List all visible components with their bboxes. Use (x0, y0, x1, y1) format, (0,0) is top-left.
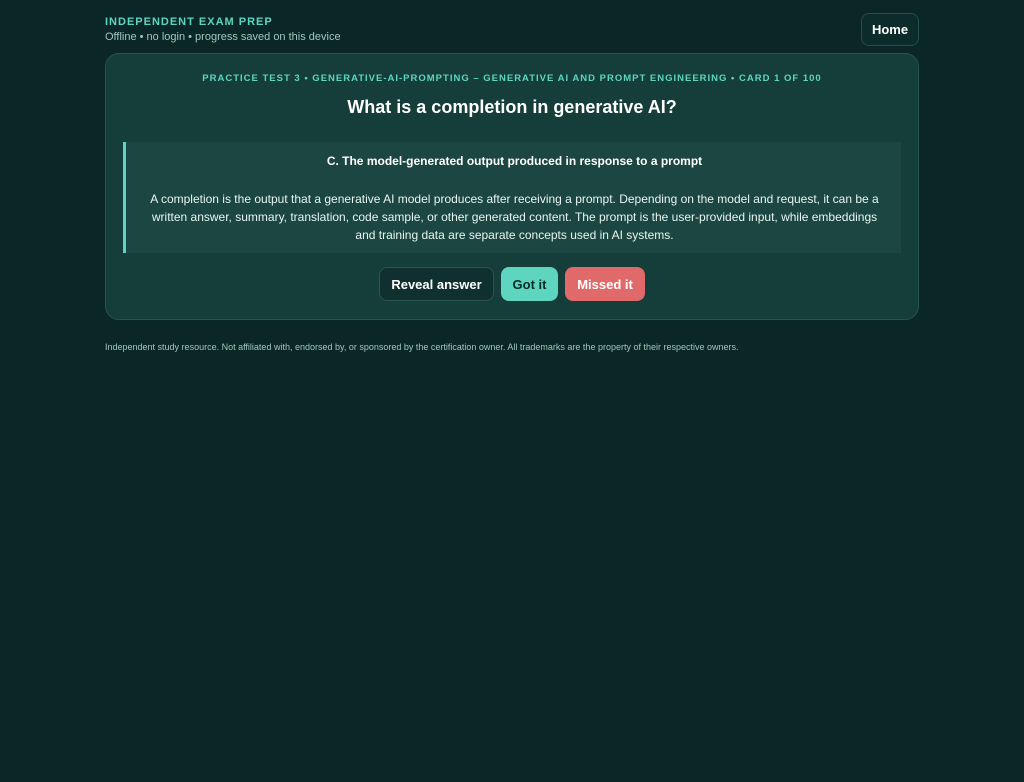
brand-subtitle: Offline • no login • progress saved on t… (105, 31, 341, 43)
answer-title: C. The model-generated output produced i… (326, 154, 703, 168)
top-bar: INDEPENDENT EXAM PREP Offline • no login… (105, 0, 919, 52)
answer-explanation: A completion is the output that a genera… (150, 192, 879, 242)
page-container: INDEPENDENT EXAM PREP Offline • no login… (105, 0, 919, 352)
home-button[interactable]: Home (861, 13, 919, 46)
card-meta: PRACTICE TEST 3 • GENERATIVE-AI-PROMPTIN… (202, 73, 822, 84)
missed-it-button[interactable]: Missed it (565, 267, 645, 301)
answer-panel: C. The model-generated output produced i… (123, 142, 901, 253)
reveal-answer-button[interactable]: Reveal answer (379, 267, 494, 301)
question-text: What is a completion in generative AI? (347, 97, 677, 117)
brand: INDEPENDENT EXAM PREP Offline • no login… (105, 16, 341, 44)
card-actions: Reveal answer Got it Missed it (106, 267, 918, 301)
brand-name: INDEPENDENT EXAM PREP (105, 16, 273, 28)
got-it-button[interactable]: Got it (501, 267, 558, 301)
flashcard: PRACTICE TEST 3 • GENERATIVE-AI-PROMPTIN… (105, 53, 919, 320)
footer-disclaimer: Independent study resource. Not affiliat… (105, 342, 739, 352)
